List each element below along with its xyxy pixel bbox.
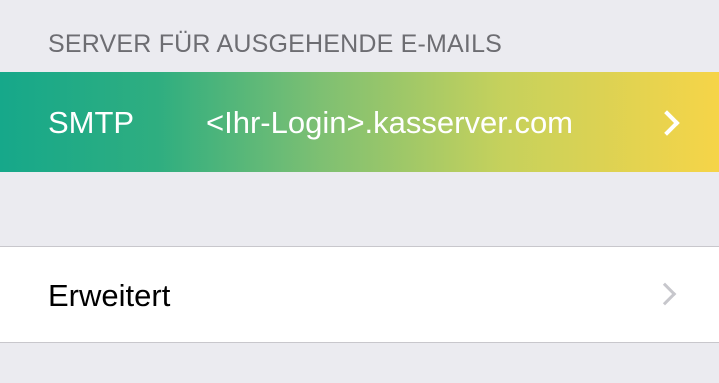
advanced-settings-row[interactable]: Erweitert (0, 247, 719, 342)
smtp-server-row[interactable]: SMTP <Ihr-Login>.kasserver.com (0, 72, 719, 172)
outgoing-server-section-header: SERVER FÜR AUSGEHENDE E-MAILS (0, 0, 719, 72)
advanced-label: Erweitert (48, 278, 171, 313)
smtp-server-value: <Ihr-Login>.kasserver.com (206, 105, 574, 140)
section-header-label: SERVER FÜR AUSGEHENDE E-MAILS (48, 30, 503, 58)
separator-bottom (0, 342, 719, 343)
smtp-label: SMTP (48, 105, 135, 140)
